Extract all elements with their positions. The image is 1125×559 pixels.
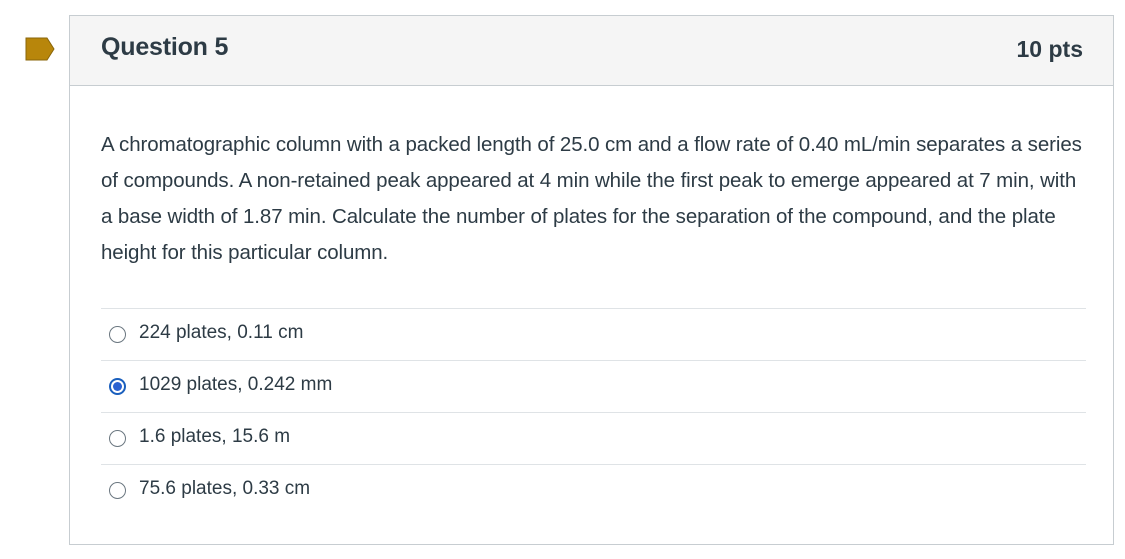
bookmark-flag-icon[interactable] — [25, 37, 55, 61]
answer-label[interactable]: 224 plates, 0.11 cm — [139, 322, 303, 344]
radio-button[interactable] — [109, 326, 126, 343]
question-text: A chromatographic column with a packed l… — [101, 133, 1082, 264]
radio-button[interactable] — [109, 482, 126, 499]
radio-button[interactable] — [109, 430, 126, 447]
radio-button-selected[interactable] — [109, 378, 126, 395]
answer-list: 224 plates, 0.11 cm 1029 plates, 0.242 m… — [101, 308, 1086, 516]
question-card: Question 5 10 pts A chromatographic colu… — [69, 15, 1114, 545]
answer-option-2[interactable]: 1029 plates, 0.242 mm — [101, 360, 1086, 412]
question-points: 10 pts — [1016, 36, 1083, 62]
answer-label[interactable]: 75.6 plates, 0.33 cm — [139, 478, 310, 500]
question-title: Question 5 — [101, 33, 229, 61]
answer-label[interactable]: 1.6 plates, 15.6 m — [139, 426, 290, 448]
answer-option-1[interactable]: 224 plates, 0.11 cm — [101, 308, 1086, 360]
answer-option-4[interactable]: 75.6 plates, 0.33 cm — [101, 464, 1086, 516]
answer-label[interactable]: 1029 plates, 0.242 mm — [139, 374, 332, 396]
answer-option-3[interactable]: 1.6 plates, 15.6 m — [101, 412, 1086, 464]
question-header: Question 5 10 pts — [70, 16, 1113, 86]
